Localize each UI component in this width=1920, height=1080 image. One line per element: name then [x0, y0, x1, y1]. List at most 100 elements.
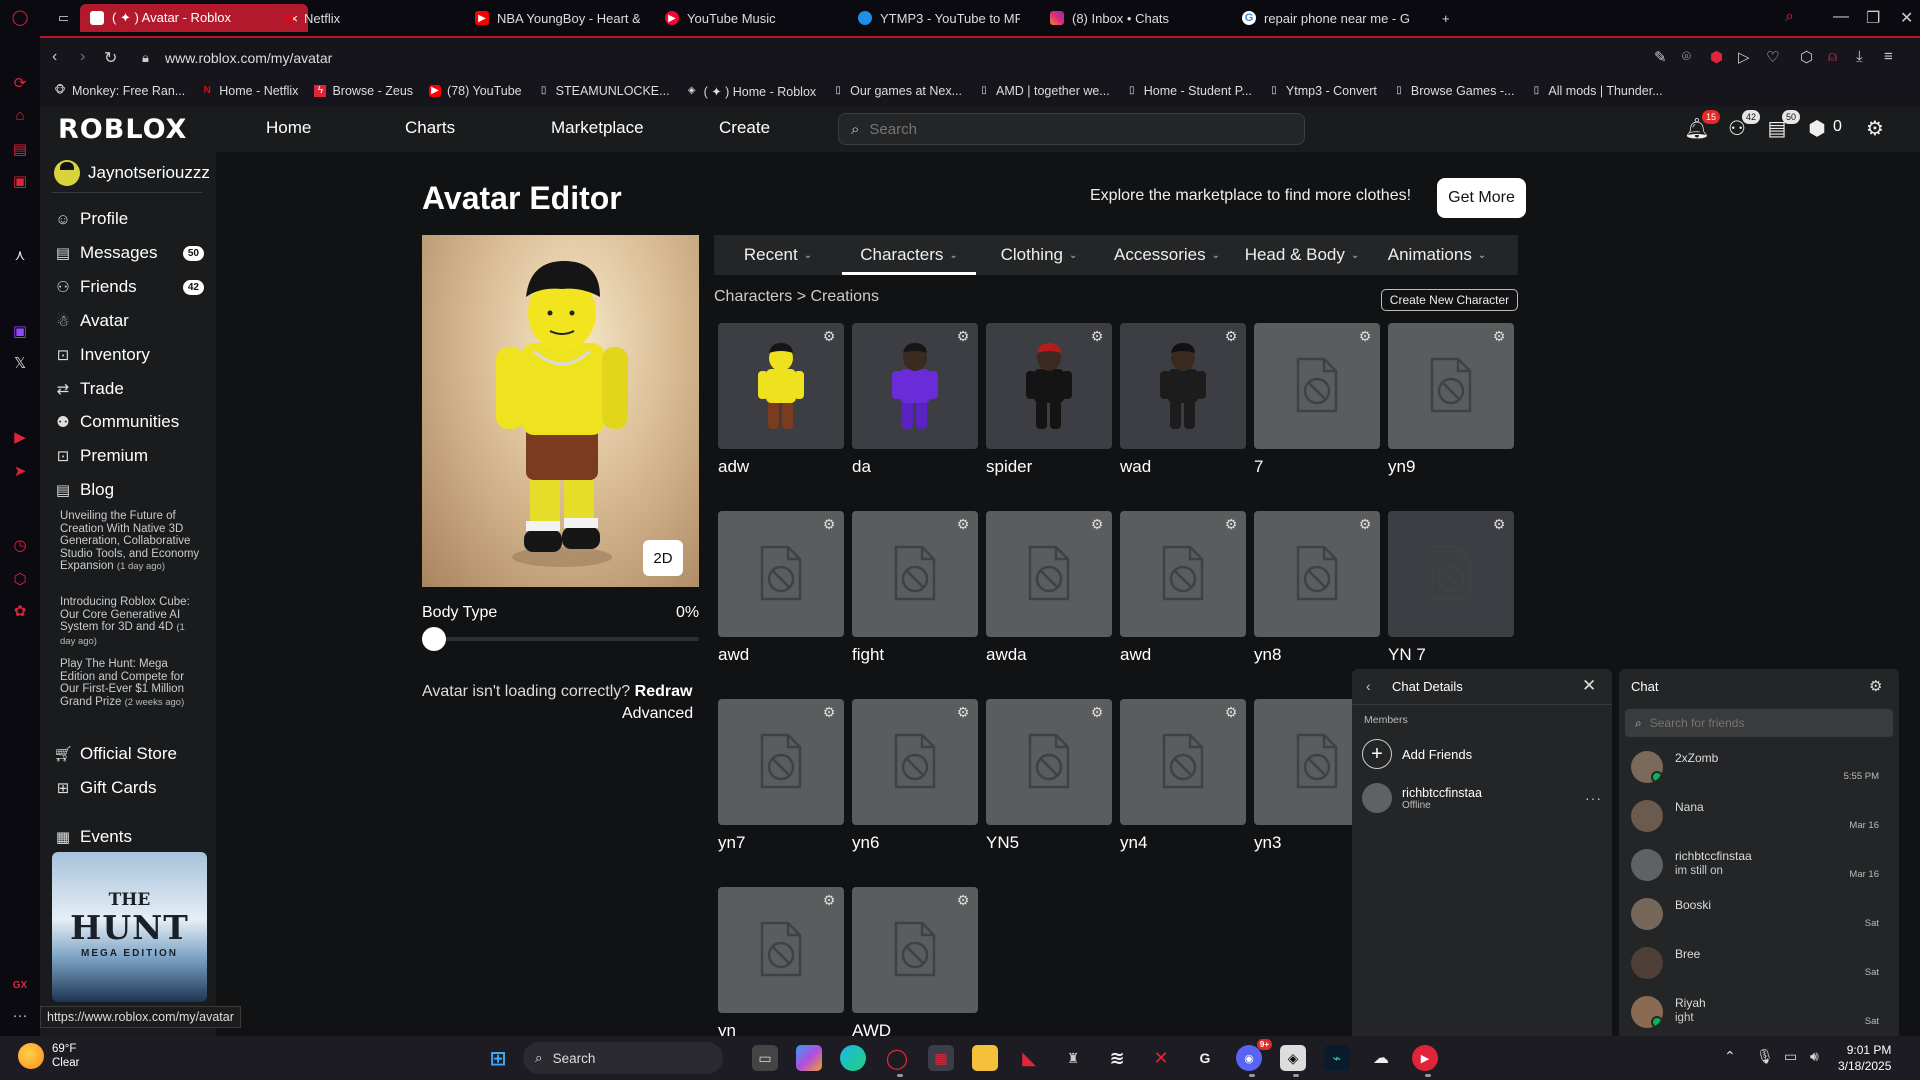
character-thumbnail[interactable]: ⚙ — [1120, 699, 1246, 825]
adblock-icon[interactable]: ⬢ — [1710, 48, 1723, 66]
robux-icon[interactable]: ⬢ — [1804, 116, 1830, 142]
character-thumbnail[interactable]: ⚙ — [718, 699, 844, 825]
gear-icon[interactable]: ⚙ — [821, 328, 837, 344]
roblox-app-icon[interactable]: ◈ — [1280, 1045, 1306, 1071]
character-card[interactable]: ⚙ 7 — [1254, 323, 1380, 477]
character-thumbnail[interactable]: ⚙ — [1388, 511, 1514, 637]
gear-icon[interactable]: ⚙ — [1089, 328, 1105, 344]
tab-youtube-music[interactable]: ▶ YouTube Music — [655, 4, 830, 32]
body-type-slider-handle[interactable] — [422, 627, 446, 651]
bookmark-amd[interactable]: ▯ AMD | together we... — [978, 84, 1109, 98]
character-thumbnail[interactable]: ⚙ — [718, 323, 844, 449]
cube-icon[interactable]: ⬡ — [1800, 48, 1813, 66]
edge-icon[interactable] — [840, 1045, 866, 1071]
control-icon[interactable]: ▤ — [10, 140, 30, 160]
blog-post-link[interactable]: Introducing Roblox Cube: Our Core Genera… — [60, 596, 200, 648]
sidebar-item-profile[interactable]: ☺ Profile — [54, 209, 204, 229]
character-thumbnail[interactable]: ⚙ — [718, 887, 844, 1013]
app-icon[interactable]: ⋏ — [10, 246, 30, 266]
bookmark-netflix[interactable]: N Home - Netflix — [201, 84, 299, 98]
character-card[interactable]: ⚙ AWD — [852, 887, 978, 1041]
user-profile-link[interactable]: Jaynotseriouzzz — [54, 160, 210, 186]
send-icon[interactable]: ➤ — [10, 462, 30, 482]
character-card[interactable]: ⚙ awda — [986, 511, 1112, 665]
character-thumbnail[interactable]: ⚙ — [1254, 511, 1380, 637]
tab-netflix[interactable]: N Netflix — [272, 4, 432, 32]
gear-icon[interactable]: ⚙ — [1223, 328, 1239, 344]
friend-row[interactable]: Riyah ight Sat — [1631, 992, 1887, 1032]
tab-animations[interactable]: Animations ⌄ — [1372, 235, 1502, 275]
amd-icon[interactable]: ◣ — [1016, 1045, 1042, 1071]
store-icon[interactable]: ▦ — [928, 1045, 954, 1071]
character-card[interactable]: ⚙ yn — [718, 887, 844, 1041]
snapshot-icon[interactable]: ✎ — [1654, 48, 1667, 66]
tab-instagram-inbox[interactable]: (8) Inbox • Chats — [1040, 4, 1220, 32]
sidebar-item-inventory[interactable]: ⊡ Inventory — [54, 345, 204, 365]
twitch-icon[interactable]: ▣ — [10, 322, 30, 342]
nav-create[interactable]: Create — [719, 118, 770, 138]
app-icon[interactable]: ♜ — [1060, 1045, 1086, 1071]
tab-search-icon[interactable]: ⌕ — [1785, 8, 1794, 26]
gear-icon[interactable]: ⚙ — [955, 516, 971, 532]
tab-recent[interactable]: Recent ⌄ — [714, 235, 842, 275]
character-card[interactable]: ⚙ yn7 — [718, 699, 844, 853]
bookmark-youtube[interactable]: ▶ (78) YouTube — [429, 84, 522, 98]
character-thumbnail[interactable]: ⚙ — [986, 511, 1112, 637]
character-thumbnail[interactable]: ⚙ — [852, 323, 978, 449]
blog-post-link[interactable]: Play The Hunt: Mega Edition and Compete … — [60, 658, 200, 709]
gear-icon[interactable]: ⚙ — [1223, 516, 1239, 532]
logitech-icon[interactable]: G — [1192, 1045, 1218, 1071]
xbox-app-icon[interactable]: ✕ — [1148, 1045, 1174, 1071]
character-thumbnail[interactable]: ⚙ — [1388, 323, 1514, 449]
profile-icon[interactable]: ⍝ — [1828, 48, 1837, 65]
sidebar-item-blog[interactable]: ▤ Blog — [54, 480, 204, 500]
redraw-link[interactable]: Redraw — [635, 683, 693, 700]
settings-icon[interactable]: ✿ — [10, 602, 30, 622]
settings-gear-icon[interactable]: ⚙ — [1862, 116, 1888, 142]
chat-settings-icon[interactable]: ⚙ — [1869, 677, 1882, 695]
character-card[interactable]: ⚙ yn8 — [1254, 511, 1380, 665]
sidebar-item-friends[interactable]: ⚇ Friends 42 — [54, 277, 204, 297]
character-card[interactable]: ⚙ awd — [1120, 511, 1246, 665]
discord-icon[interactable]: ◉ 9+ — [1236, 1039, 1272, 1071]
character-card[interactable]: ⚙ yn4 — [1120, 699, 1246, 853]
sidebar-item-messages[interactable]: ▤ Messages 50 — [54, 243, 204, 263]
tab-clothing[interactable]: Clothing ⌄ — [976, 235, 1102, 275]
forward-icon[interactable]: › — [80, 48, 85, 66]
friends-icon[interactable]: ⚇ 42 — [1724, 110, 1760, 142]
event-banner[interactable]: THE HUNT MEGA EDITION — [52, 852, 207, 1002]
windows-start-icon[interactable]: ⊞ — [485, 1045, 511, 1071]
terminal-icon[interactable]: ⌁ — [1324, 1045, 1350, 1071]
sidebar-item-communities[interactable]: ⚉ Communities — [54, 412, 204, 432]
tray-overflow-icon[interactable]: ⌃ — [1724, 1048, 1736, 1065]
camera-icon[interactable]: ⌾ — [1682, 48, 1691, 65]
copilot-icon[interactable] — [796, 1045, 822, 1071]
menu-icon[interactable]: ≡ — [1884, 48, 1893, 65]
x-icon[interactable]: 𝕏 — [10, 354, 30, 374]
view-2d-toggle-button[interactable]: 2D — [643, 540, 683, 576]
gear-icon[interactable]: ⚙ — [821, 704, 837, 720]
send-page-icon[interactable]: ▷ — [1738, 48, 1750, 66]
bookmark-ytmp3[interactable]: ▯ Ytmp3 - Convert — [1268, 84, 1377, 98]
messages-icon[interactable]: ▤ 50 — [1764, 110, 1800, 142]
sidebar-item-trade[interactable]: ⇄ Trade — [54, 379, 204, 399]
url-field[interactable]: www.roblox.com/my/avatar — [165, 50, 332, 66]
character-card[interactable]: ⚙ da — [852, 323, 978, 477]
youtube-music-app-icon[interactable]: ▶ — [1412, 1045, 1438, 1071]
gear-icon[interactable]: ⚙ — [1223, 704, 1239, 720]
character-thumbnail[interactable]: ⚙ — [852, 511, 978, 637]
taskbar-search[interactable]: ⌕ Search — [523, 1042, 723, 1074]
news-icon[interactable]: ▣ — [10, 172, 30, 192]
new-tab-button[interactable]: + — [1432, 4, 1462, 32]
reload-icon[interactable]: ↻ — [104, 48, 117, 68]
character-thumbnail[interactable]: ⚙ — [1254, 323, 1380, 449]
sidebar-item-premium[interactable]: ⊡ Premium — [54, 446, 204, 466]
add-friends-button[interactable]: + Add Friends — [1362, 739, 1472, 769]
more-icon[interactable]: ··· — [10, 1006, 30, 1026]
gear-icon[interactable]: ⚙ — [1357, 328, 1373, 344]
bookmark-thunderstore[interactable]: ▯ All mods | Thunder... — [1530, 84, 1663, 98]
character-card[interactable]: ⚙ YN 7 — [1388, 511, 1514, 665]
gear-icon[interactable]: ⚙ — [1357, 516, 1373, 532]
advanced-link[interactable]: Advanced — [622, 705, 693, 723]
gear-icon[interactable]: ⚙ — [955, 704, 971, 720]
